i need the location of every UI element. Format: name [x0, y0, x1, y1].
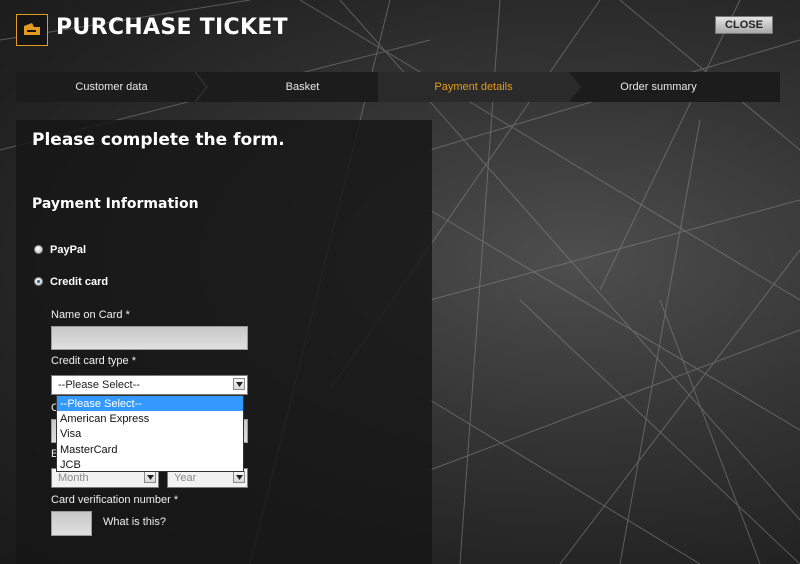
- dropdown-option[interactable]: American Express: [57, 411, 243, 426]
- section-title: Payment Information: [32, 196, 199, 212]
- card-type-label: Credit card type *: [51, 355, 136, 367]
- step-customer-data[interactable]: Customer data: [16, 72, 207, 102]
- card-type-dropdown: --Please Select-- American Express Visa …: [56, 395, 244, 472]
- name-on-card-label: Name on Card *: [51, 309, 130, 321]
- credit-card-label[interactable]: Credit card: [50, 276, 108, 288]
- step-order-summary[interactable]: Order summary: [563, 72, 754, 102]
- dropdown-option[interactable]: Visa: [57, 427, 243, 442]
- name-on-card-input[interactable]: [51, 326, 248, 350]
- step-payment-details[interactable]: Payment details: [378, 72, 569, 102]
- page-title: PURCHASE TICKET: [56, 15, 288, 40]
- dropdown-option[interactable]: MasterCard: [57, 442, 243, 457]
- paypal-radio[interactable]: [34, 245, 43, 254]
- paypal-label[interactable]: PayPal: [50, 244, 86, 256]
- cvv-help-link[interactable]: What is this?: [103, 516, 166, 528]
- form-heading: Please complete the form.: [32, 130, 285, 150]
- cvv-label: Card verification number *: [51, 494, 179, 506]
- close-button[interactable]: CLOSE: [715, 16, 773, 34]
- cvv-input[interactable]: [51, 511, 92, 536]
- credit-card-radio[interactable]: [34, 277, 43, 286]
- checkout-steps: Customer data Basket Payment details Ord…: [16, 72, 780, 102]
- chevron-down-icon[interactable]: [233, 378, 245, 390]
- expiry-year-value: Year: [174, 472, 197, 484]
- card-type-select[interactable]: --Please Select--: [51, 375, 248, 395]
- ticket-icon: [23, 21, 41, 40]
- logo: [16, 14, 48, 46]
- card-type-value: --Please Select--: [58, 379, 140, 391]
- step-basket[interactable]: Basket: [207, 72, 398, 102]
- dropdown-option[interactable]: JCB: [57, 458, 243, 473]
- expiry-month-value: Month: [58, 472, 89, 484]
- dropdown-option[interactable]: --Please Select--: [57, 396, 243, 412]
